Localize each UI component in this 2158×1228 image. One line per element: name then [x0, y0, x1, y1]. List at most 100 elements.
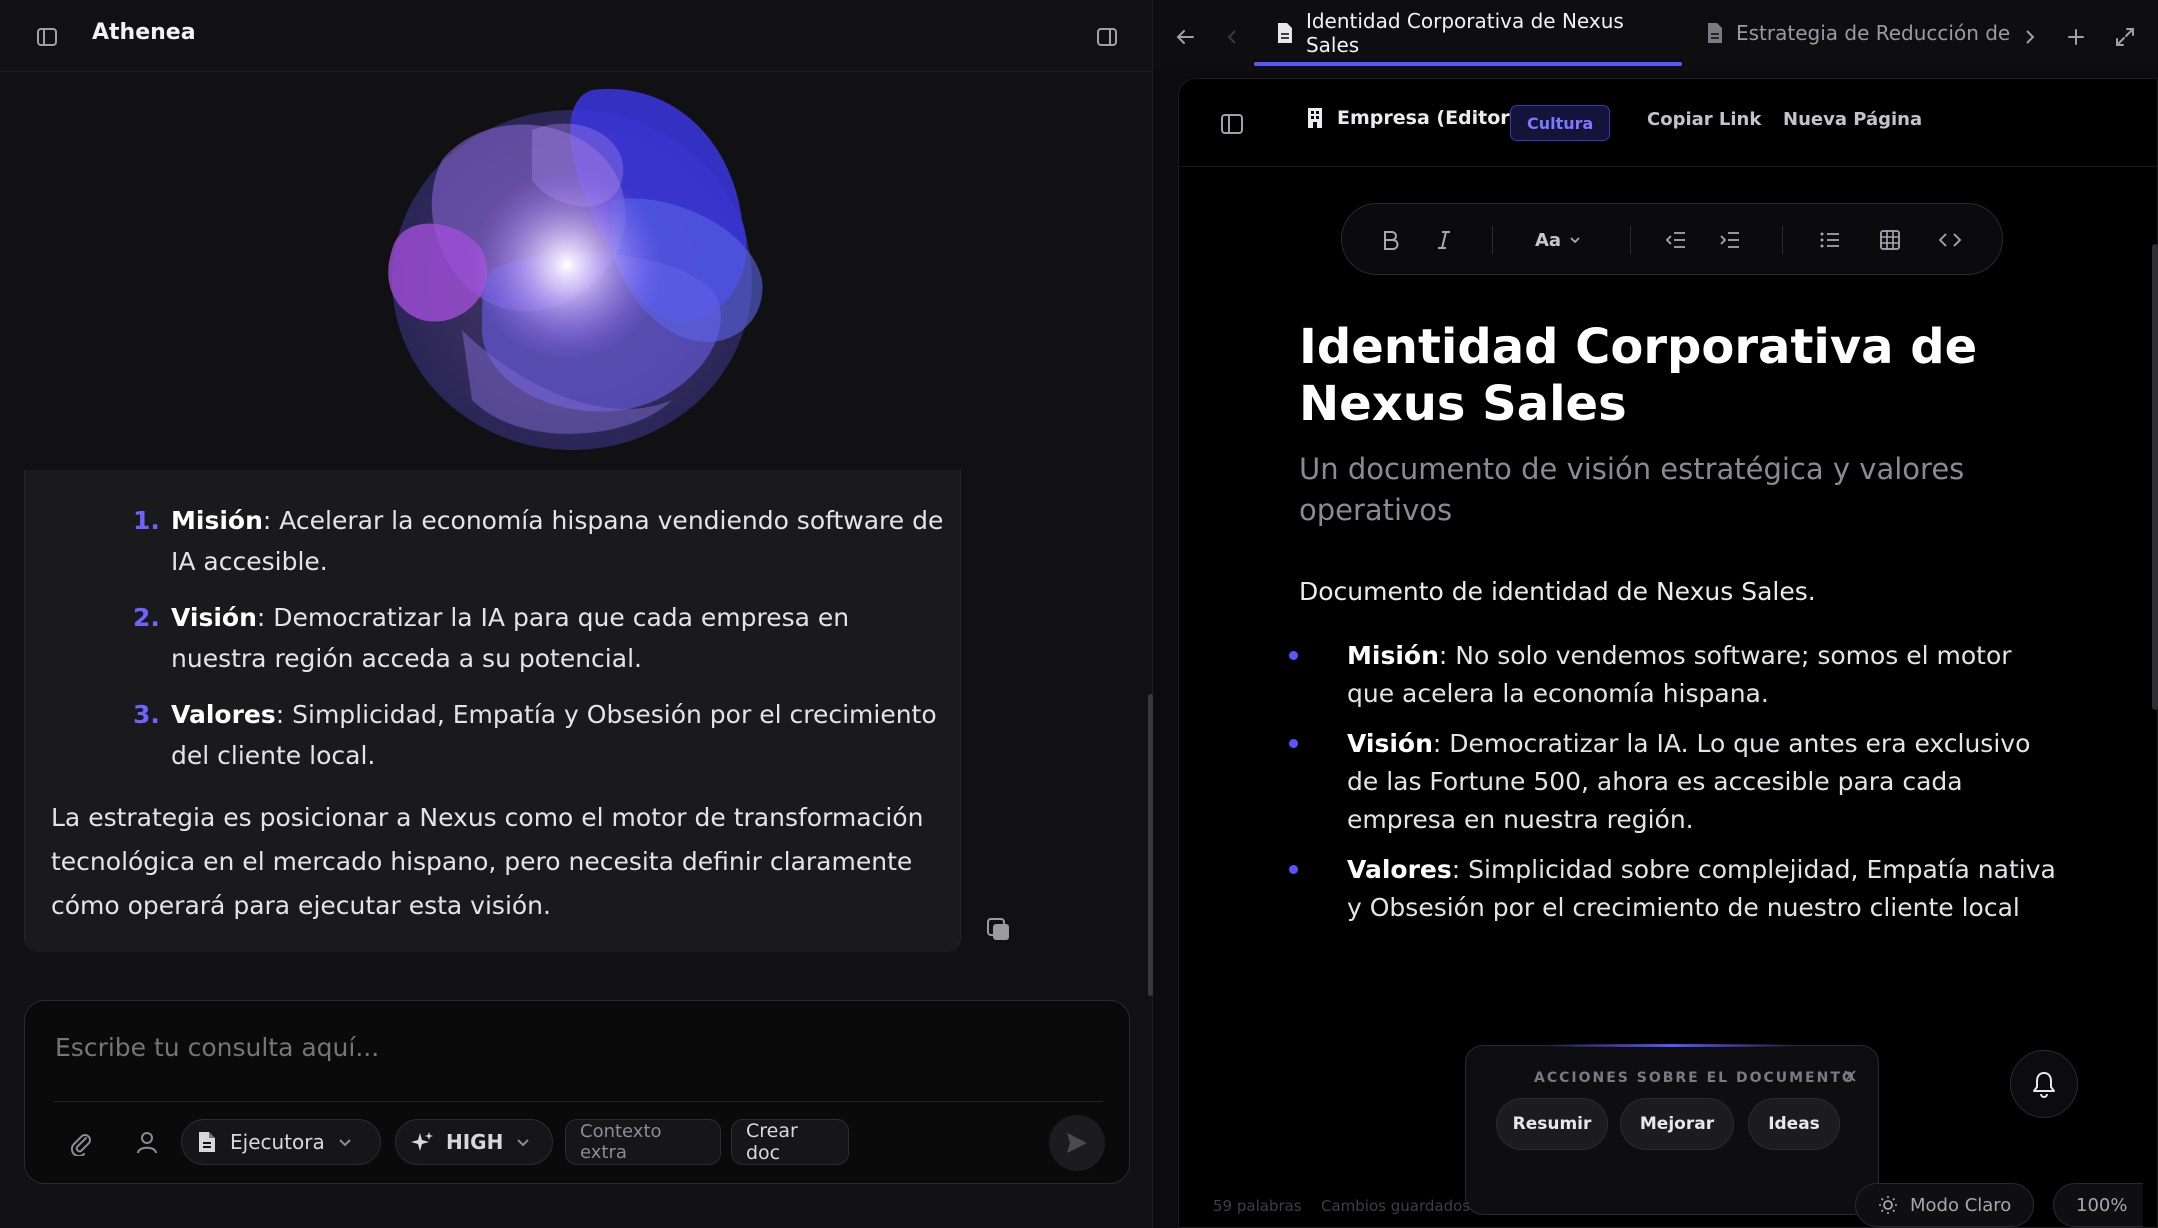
light-mode-label: Modo Claro	[1910, 1194, 2012, 1216]
tab-identidad-corporativa[interactable]: Identidad Corporativa de Nexus Sales	[1254, 0, 1682, 66]
indent-icon[interactable]	[1714, 224, 1746, 256]
list-number: 1.	[133, 506, 160, 535]
list-item-text: : Simplicidad, Empatía y Obsesión por el…	[171, 700, 937, 770]
user-icon[interactable]	[129, 1125, 165, 1161]
table-icon[interactable]	[1874, 224, 1906, 256]
list-item: 3. Valores: Simplicidad, Empatía y Obsesi…	[105, 694, 945, 776]
mode-label: Ejecutora	[230, 1130, 325, 1154]
list-item[interactable]: Visión: Democratizar la IA. Lo que antes…	[1289, 725, 2059, 839]
panel-toggle-icon[interactable]	[1092, 22, 1122, 52]
document-intro[interactable]: Documento de identidad de Nexus Sales.	[1299, 577, 1816, 606]
document-title[interactable]: Identidad Corporativa de Nexus Sales	[1299, 319, 2059, 433]
actions-title: ACCIONES SOBRE EL DOCUMENTO	[1534, 1070, 1856, 1086]
italic-icon[interactable]	[1428, 224, 1460, 256]
list-item-label: Visión	[1347, 729, 1433, 758]
document-editor: Empresa (Editor) Cultura Copiar Link Nue…	[1178, 78, 2158, 1228]
font-size-label: Aa	[1534, 229, 1562, 251]
list-item: 1. Misión: Acelerar la economía hispana v…	[105, 500, 945, 582]
list-item-label: Misión	[171, 506, 263, 535]
list-item-label: Visión	[171, 603, 257, 632]
attach-icon[interactable]	[63, 1125, 99, 1161]
list-item-text: : Acelerar la economía hispana vendiendo…	[171, 506, 944, 576]
close-icon[interactable]	[1842, 1068, 1858, 1088]
chat-panel: Athenea 1. Misión: Acelerar la economía …	[0, 0, 1153, 1228]
improve-button[interactable]: Mejorar	[1620, 1098, 1734, 1150]
notifications-button[interactable]	[2010, 1050, 2078, 1118]
document-panel: Identidad Corporativa de Nexus Sales Est…	[1154, 0, 2158, 1228]
list-item-text: : Democratizar la IA para que cada empre…	[171, 603, 850, 673]
chevron-down-icon	[517, 1139, 530, 1147]
mode-selector[interactable]: Ejecutora	[181, 1119, 381, 1165]
toolbar-divider	[1630, 226, 1631, 254]
list-number: 2.	[133, 603, 160, 632]
sun-icon	[1879, 1196, 1897, 1214]
toolbar-divider	[1492, 226, 1493, 254]
bold-icon[interactable]	[1374, 224, 1406, 256]
zoom-level[interactable]: 100%	[2053, 1183, 2143, 1227]
create-doc-button[interactable]: Crear doc	[731, 1119, 849, 1165]
identity-list: Misión: No solo vendemos software; somos…	[1289, 637, 2059, 939]
new-page-button[interactable]: Nueva Página	[1783, 109, 1922, 130]
list-number: 3.	[133, 700, 160, 729]
expand-icon[interactable]	[2110, 22, 2140, 52]
actions-glow	[1546, 1044, 1796, 1047]
copy-link-button[interactable]: Copiar Link	[1647, 109, 1761, 130]
light-mode-button[interactable]: Modo Claro	[1855, 1183, 2035, 1227]
breadcrumb[interactable]: Empresa (Editor)	[1305, 107, 1518, 129]
active-tab-indicator	[1254, 62, 1682, 66]
list-item-text: : Simplicidad sobre complejidad, Empatía…	[1347, 855, 2056, 922]
level-selector[interactable]: HIGH	[395, 1119, 553, 1165]
outdent-icon[interactable]	[1660, 224, 1692, 256]
chat-scrollbar[interactable]	[1148, 694, 1153, 996]
list-item-text: : No solo vendemos software; somos el mo…	[1347, 641, 2012, 708]
tab-estrategia-reduccion[interactable]: Estrategia de Reducción de Errores	[1702, 0, 2012, 66]
word-count: 59 palabras	[1213, 1197, 1302, 1215]
bell-icon	[2033, 1072, 2055, 1098]
list-item-label: Valores	[171, 700, 276, 729]
tab-bar: Identidad Corporativa de Nexus Sales Est…	[1154, 0, 2158, 70]
building-icon	[1308, 108, 1322, 128]
list-item[interactable]: Misión: No solo vendemos software; somos…	[1289, 637, 2059, 713]
sidebar-toggle-icon[interactable]	[1217, 109, 1247, 139]
tab-scroll-right-icon[interactable]	[2018, 22, 2042, 52]
font-size-selector[interactable]: Aa	[1526, 224, 1590, 256]
send-icon	[1067, 1133, 1087, 1153]
chevron-down-icon	[1570, 237, 1580, 244]
list-item[interactable]: Valores: Simplicidad sobre complejidad, …	[1289, 851, 2059, 927]
chat-header: Athenea	[0, 0, 1153, 72]
document-icon	[1708, 23, 1722, 43]
formatting-toolbar: Aa	[1341, 203, 2003, 275]
app-root: Athenea 1. Misión: Acelerar la economía …	[0, 0, 2158, 1228]
copy-icon[interactable]	[984, 916, 1012, 948]
document-icon	[199, 1132, 215, 1152]
back-arrow-icon[interactable]	[1170, 22, 1200, 52]
summarize-button[interactable]: Resumir	[1496, 1098, 1608, 1150]
new-tab-icon[interactable]	[2061, 22, 2091, 52]
document-subtitle[interactable]: Un documento de visión estratégica y val…	[1299, 449, 2019, 531]
tab-scroll-left-icon[interactable]	[1220, 22, 1244, 52]
sparkle-icon	[411, 1132, 433, 1151]
status-bar: 59 palabras Cambios guardados Modo Claro…	[1179, 1175, 2157, 1227]
category-badge[interactable]: Cultura	[1510, 105, 1611, 141]
mission-list: 1. Misión: Acelerar la economía hispana v…	[105, 500, 945, 791]
message-paragraph: La estrategia es posicionar a Nexus como…	[51, 803, 924, 920]
tab-label: Estrategia de Reducción de Errores	[1736, 21, 2012, 45]
list-item: 2. Visión: Democratizar la IA para que ca…	[105, 597, 945, 679]
level-label: HIGH	[446, 1130, 504, 1154]
chevron-down-icon	[339, 1139, 351, 1147]
ideas-button[interactable]: Ideas	[1748, 1098, 1840, 1150]
toolbar-divider	[1782, 226, 1783, 254]
composer-divider	[53, 1101, 1103, 1102]
document-scrollbar[interactable]	[2152, 244, 2158, 710]
bullet-list-icon[interactable]	[1814, 224, 1846, 256]
query-input[interactable]	[55, 1017, 1095, 1077]
breadcrumb-label: Empresa (Editor)	[1337, 107, 1519, 129]
tab-label: Identidad Corporativa de Nexus Sales	[1305, 9, 1624, 57]
context-extra-button[interactable]: Contexto extra	[565, 1119, 721, 1165]
app-title: Athenea	[92, 20, 196, 45]
sidebar-toggle-icon[interactable]	[32, 22, 62, 52]
send-button[interactable]	[1049, 1115, 1105, 1171]
code-icon[interactable]	[1934, 224, 1966, 256]
composer: Ejecutora HIGH Contexto extra Crear doc	[24, 1000, 1130, 1184]
save-status: Cambios guardados	[1321, 1197, 1471, 1215]
